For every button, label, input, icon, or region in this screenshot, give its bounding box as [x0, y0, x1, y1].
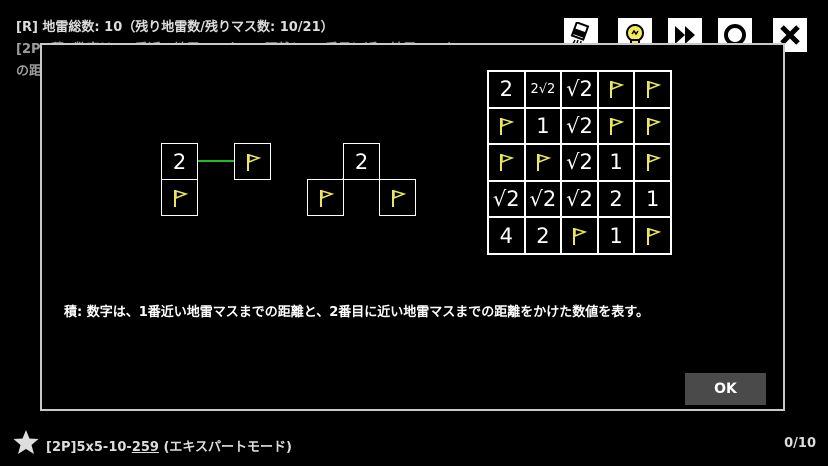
puzzle-id: 259 [131, 440, 159, 455]
grid-cell-value: 1 [609, 223, 623, 248]
example2-number-cell: 2 [343, 143, 380, 180]
example2-flag-cell-right [379, 179, 416, 216]
grid-cell-value: √2 [566, 150, 593, 175]
flag-icon [500, 117, 515, 135]
flag-icon [319, 189, 334, 207]
grid-cell: 2√2 [524, 71, 562, 108]
grid-cell: 1 [524, 107, 562, 145]
flag-icon [610, 81, 625, 99]
rule-dialog: 2 2 2 2√2 √2 1 √2 √2 1 √2 √2 √2 2 1 4 2 1 積: 数字は、1番近い地… [40, 43, 785, 411]
grid-cell-value: √2 [566, 77, 593, 102]
grid-cell [488, 144, 525, 181]
puzzle-mode: (エキスパートモード) [158, 440, 292, 455]
grid-cell [488, 107, 525, 145]
grid-cell: √2 [488, 180, 525, 218]
progress-count: 0/10 [784, 436, 816, 451]
grid-cell-value: 1 [609, 150, 623, 175]
grid-cell: √2 [524, 180, 562, 218]
grid-cell: 2 [524, 217, 562, 254]
grid-cell: √2 [561, 71, 598, 108]
star-icon[interactable] [12, 428, 40, 456]
grid-cell-value: 2 [499, 77, 513, 102]
flag-icon [610, 117, 625, 135]
grid-cell-value: 2 [536, 223, 550, 248]
flag-icon [646, 154, 661, 172]
puzzle-prefix: [2P]5x5-10- [46, 440, 132, 455]
grid-cell [634, 107, 671, 145]
grid-cell [561, 217, 598, 254]
grid-cell-value: √2 [529, 187, 557, 212]
grid-cell [634, 144, 671, 181]
ok-button[interactable]: OK [685, 373, 766, 405]
grid-cell [524, 144, 562, 181]
example-grid: 2 2√2 √2 1 √2 √2 1 √2 √2 √2 2 1 4 2 1 [487, 70, 672, 255]
grid-cell [597, 71, 635, 108]
grid-cell-value: 2 [609, 187, 623, 212]
connector-lines-2 [324, 160, 398, 198]
flag-icon [646, 117, 661, 135]
flag-icon [500, 154, 515, 172]
grid-cell-value: √2 [566, 187, 593, 212]
grid-cell [634, 71, 671, 108]
grid-cell: √2 [561, 107, 598, 145]
puzzle-info: [2P]5x5-10-259 (エキスパートモード) [46, 436, 292, 455]
example2-number: 2 [354, 149, 369, 174]
example2-flag-cell-left [307, 179, 344, 216]
flag-icon [573, 227, 588, 245]
grid-cell-value: 1 [646, 187, 660, 212]
grid-cell-value: 1 [536, 113, 550, 138]
flag-icon [646, 227, 661, 245]
grid-cell: 2 [488, 71, 525, 108]
grid-cell: 1 [597, 217, 635, 254]
grid-cell: √2 [561, 180, 598, 218]
rule-text-line-2: の距 [16, 64, 43, 79]
grid-cell: 1 [634, 180, 671, 218]
grid-cell: 4 [488, 217, 525, 254]
grid-cell-value: √2 [566, 113, 593, 138]
rule-summary: [R] 地雷総数: 10（残り地雷数/残りマス数: 10/21） [16, 20, 334, 35]
grid-cell: 2 [597, 180, 635, 218]
grid-cell [597, 107, 635, 145]
flag-icon [646, 81, 661, 99]
grid-cell-value: √2 [492, 187, 520, 212]
grid-cell-value: 2√2 [530, 81, 556, 97]
rule-description: 積: 数字は、1番近い地雷マスまでの距離と、2番目に近い地雷マスまでの距離をかけ… [64, 305, 649, 320]
grid-cell: √2 [561, 144, 598, 181]
grid-cell-value: 4 [499, 223, 513, 248]
grid-cell [634, 217, 671, 254]
flag-icon [536, 154, 552, 172]
flag-icon [391, 189, 406, 207]
grid-cell: 1 [597, 144, 635, 181]
